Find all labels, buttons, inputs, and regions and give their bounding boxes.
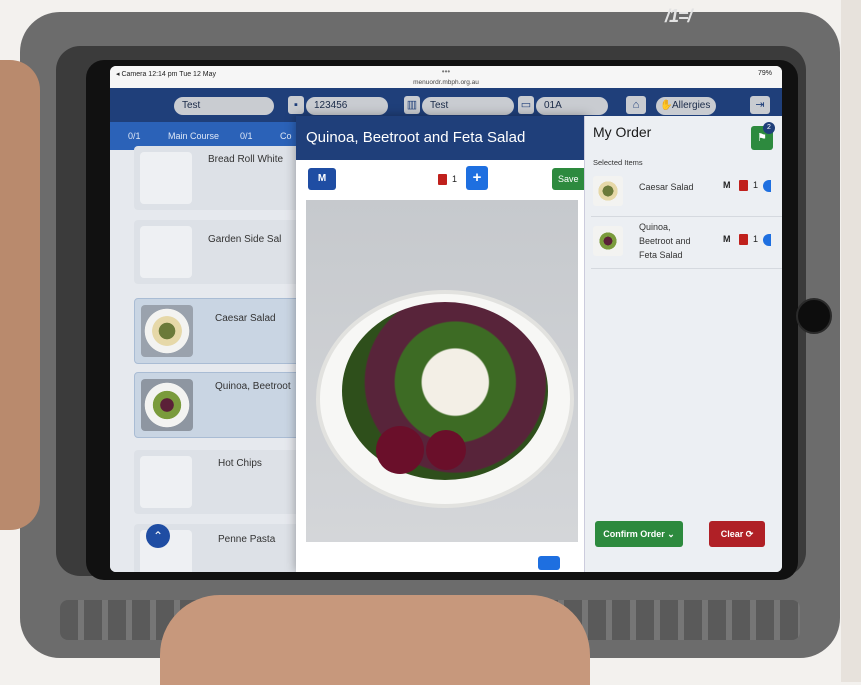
menu-item-label: Caesar Salad — [215, 313, 276, 324]
order-row: Quinoa, Beetroot and Feta Salad M 1 — [591, 216, 782, 269]
order-item-size: M — [723, 180, 731, 190]
url-bar[interactable]: menuordr.mbph.org.au — [110, 79, 782, 86]
tablet-screen: ◂ Camera 12:14 pm Tue 12 May ••• menuord… — [110, 66, 782, 572]
order-item-qty: 1 — [753, 180, 759, 190]
home-icon[interactable]: ⌂ — [626, 96, 646, 114]
ward-icon: ▥ — [404, 96, 420, 114]
chevron-up-icon[interactable]: ⌃ — [146, 524, 170, 548]
clear-label: Clear — [720, 529, 744, 539]
patient-id-field[interactable]: 123456 — [306, 97, 388, 115]
order-item-name: Quinoa, Beetroot and Feta Salad — [639, 222, 691, 260]
beetroot-slice — [426, 430, 466, 470]
caesar-salad-thumbnail — [141, 305, 193, 357]
food-photo — [306, 200, 578, 542]
tab-count-1[interactable]: 0/1 — [128, 131, 141, 141]
battery-level: 79% — [757, 70, 772, 77]
placeholder-image-icon — [140, 456, 192, 508]
menu-item-label: Hot Chips — [218, 458, 262, 469]
trash-icon[interactable] — [438, 174, 447, 185]
confirm-order-button[interactable]: Confirm Order ⌄ — [595, 521, 683, 547]
menu-item-label: Garden Side Sal — [208, 234, 282, 245]
case-logo: /1=/ — [665, 6, 693, 26]
status-bar: ◂ Camera 12:14 pm Tue 12 May ••• menuord… — [110, 66, 782, 88]
menu-item-label: Penne Pasta — [218, 534, 276, 545]
hand-icon: ✋ — [660, 100, 673, 111]
order-panel: My Order ⚑ 2 Selected Items Caesar Salad… — [584, 116, 782, 572]
cart-count-badge: 2 — [763, 122, 775, 134]
refresh-icon: ⟳ — [745, 529, 754, 539]
increment-icon[interactable] — [763, 234, 771, 246]
background-wall — [841, 0, 861, 682]
allergies-label: Allergies — [672, 100, 711, 111]
item-detail-modal: Quinoa, Beetroot and Feta Salad M 1 + Sa… — [296, 116, 592, 572]
placeholder-image-icon — [140, 226, 192, 278]
bed-icon: ▭ — [518, 96, 534, 114]
size-button[interactable]: M — [308, 168, 336, 190]
order-item-name: Caesar Salad — [639, 182, 694, 192]
menu-item-label: Quinoa, Beetroot — [215, 381, 291, 392]
patient-name-field[interactable]: Test — [174, 97, 274, 115]
ward-field[interactable]: Test — [422, 97, 514, 115]
home-button[interactable] — [796, 298, 832, 334]
modal-title: Quinoa, Beetroot and Feta Salad — [306, 129, 526, 146]
quantity-value: 1 — [452, 174, 458, 184]
list-item[interactable]: Hot Chips — [134, 450, 304, 514]
tab-next[interactable]: Co — [280, 131, 292, 141]
order-title: My Order — [593, 124, 652, 140]
bed-field[interactable]: 01A — [536, 97, 608, 115]
menu-item-label: Bread Roll White — [208, 154, 284, 165]
clear-button[interactable]: Clear ⟳ — [709, 521, 765, 547]
order-item-qty: 1 — [753, 234, 759, 244]
tab-count-2[interactable]: 0/1 — [240, 131, 253, 141]
bottom-hand — [160, 595, 590, 685]
status-dots: ••• — [441, 67, 451, 76]
chevron-down-icon: ⌄ — [667, 529, 675, 539]
increment-icon[interactable] — [763, 180, 771, 192]
placeholder-image-icon — [140, 152, 192, 204]
list-item[interactable]: Caesar Salad — [134, 298, 306, 364]
quinoa-salad-thumbnail — [593, 226, 623, 256]
order-item-size: M — [723, 234, 731, 244]
add-quantity-button[interactable]: + — [466, 166, 488, 190]
left-hand — [0, 60, 40, 530]
selected-items-label: Selected Items — [593, 158, 643, 167]
caesar-salad-thumbnail — [593, 176, 623, 206]
list-item[interactable]: Bread Roll White — [134, 146, 304, 210]
order-row: Caesar Salad M 1 — [591, 170, 782, 217]
quinoa-salad-thumbnail — [141, 379, 193, 431]
list-item[interactable]: Quinoa, Beetroot — [134, 372, 306, 438]
tab-main-course[interactable]: Main Course — [168, 131, 219, 141]
logout-icon[interactable]: ⇥ — [750, 96, 770, 114]
beetroot-slice — [376, 426, 424, 474]
scroll-down-button[interactable] — [538, 556, 560, 570]
menu-item-list: Bread Roll White Garden Side Sal Caesar … — [110, 146, 306, 572]
list-item[interactable]: Garden Side Sal — [134, 220, 304, 284]
confirm-order-label: Confirm Order — [603, 529, 665, 539]
modal-header: Quinoa, Beetroot and Feta Salad — [296, 116, 588, 160]
allergies-button[interactable]: ✋ Allergies — [656, 97, 716, 115]
trash-icon[interactable] — [739, 180, 748, 191]
person-icon: ▪ — [288, 96, 304, 114]
trash-icon[interactable] — [739, 234, 748, 245]
